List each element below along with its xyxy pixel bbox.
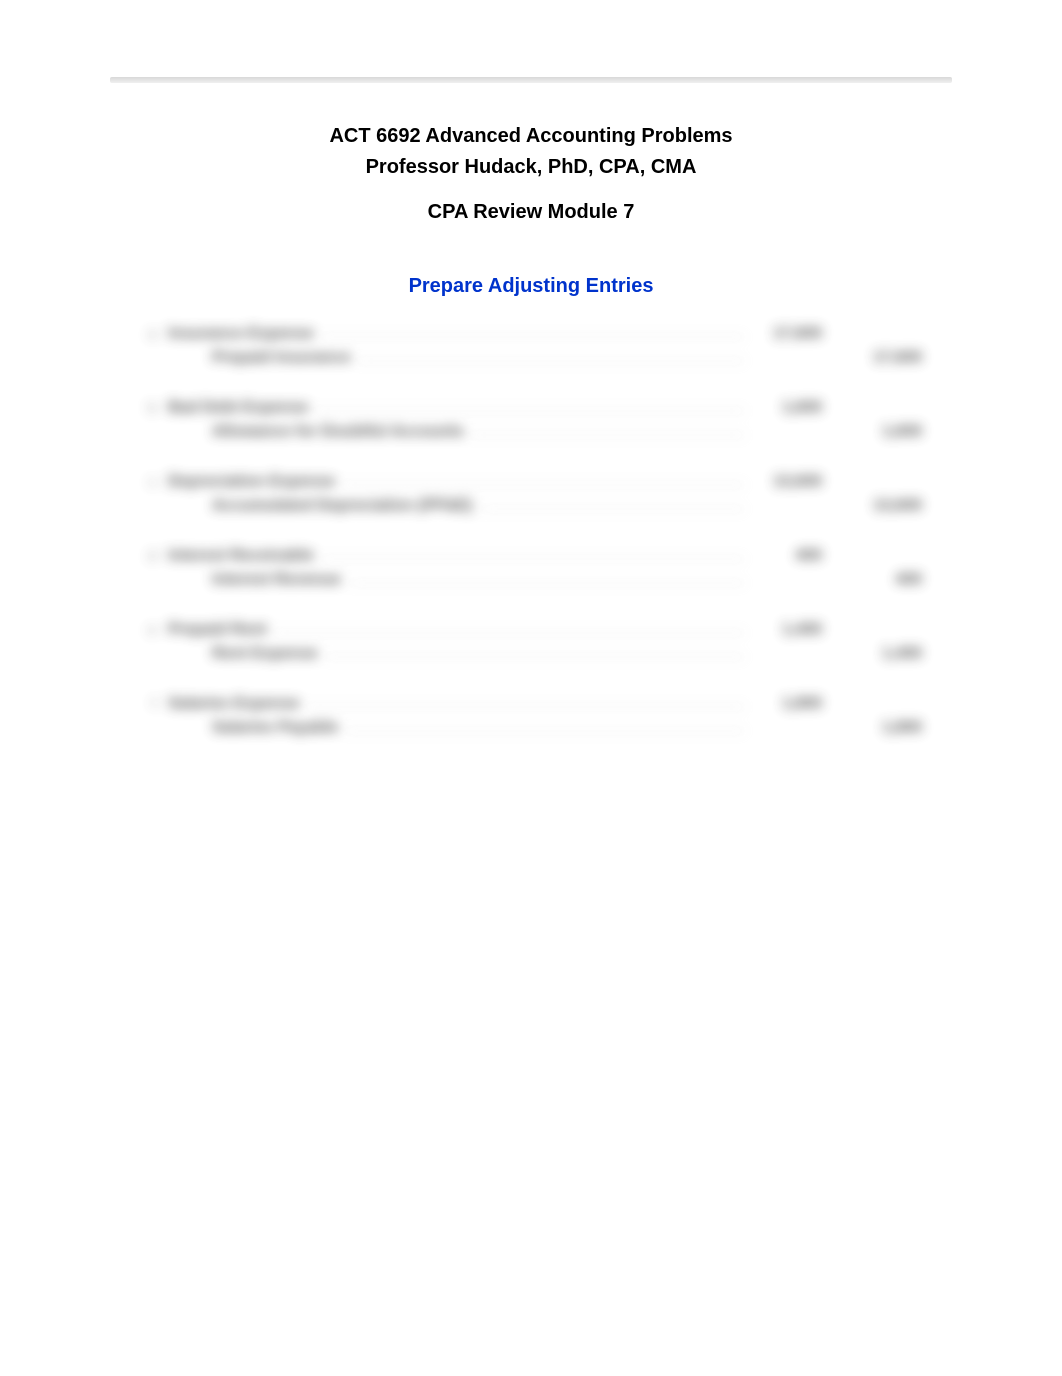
credit-amount-placeholder: 0 <box>852 695 922 713</box>
debit-account: Interest Receivable <box>168 547 314 565</box>
professor-name: Professor Hudack, PhD, CPA, CMA <box>0 156 1062 179</box>
credit-amount: 400 <box>852 571 922 589</box>
debit-row: d Interest Receivable 400 0 <box>140 547 922 569</box>
horizontal-divider <box>110 77 952 83</box>
journal-entry: b Bad Debt Expense 1,600 0 Allowance for… <box>140 399 922 445</box>
debit-amount: 400 <box>752 547 822 565</box>
entry-label: b <box>140 400 156 415</box>
debit-amount-placeholder: 0 <box>752 423 822 441</box>
leader-dots <box>308 706 744 708</box>
journal-entry: a Insurance Expense 17,600 0 Prepaid Ins… <box>140 325 922 371</box>
leader-dots <box>481 508 745 510</box>
debit-row: a Insurance Expense 17,600 0 <box>140 325 922 347</box>
credit-amount-placeholder: 0 <box>852 399 922 417</box>
leader-dots <box>346 730 744 732</box>
credit-account: Interest Revenue <box>212 571 341 589</box>
credit-account: Prepaid Insurance <box>212 349 351 367</box>
debit-account: Salaries Expense <box>168 695 300 713</box>
debit-account: Insurance Expense <box>168 325 314 343</box>
debit-amount: 13,600 <box>752 473 822 491</box>
credit-amount-placeholder: 0 <box>852 473 922 491</box>
journal-entry: c Depreciation Expense 13,600 0 Accumula… <box>140 473 922 519</box>
credit-amount-placeholder: 0 <box>852 547 922 565</box>
document-header: ACT 6692 Advanced Accounting Problems Pr… <box>0 125 1062 224</box>
debit-amount: 1,800 <box>752 695 822 713</box>
credit-amount: 13,600 <box>852 497 922 515</box>
credit-row: Interest Revenue 0 400 <box>140 571 922 593</box>
adjusting-entries-list: a Insurance Expense 17,600 0 Prepaid Ins… <box>140 325 922 769</box>
debit-amount-placeholder: 0 <box>752 497 822 515</box>
journal-entry: f Salaries Expense 1,800 0 Salaries Paya… <box>140 695 922 741</box>
credit-amount-placeholder: 0 <box>852 325 922 343</box>
section-heading: Prepare Adjusting Entries <box>0 275 1062 298</box>
debit-account: Depreciation Expense <box>168 473 335 491</box>
debit-amount-placeholder: 0 <box>752 719 822 737</box>
entry-label: a <box>140 326 156 341</box>
credit-row: Allowance for Doubtful Accounts 0 1,600 <box>140 423 922 445</box>
credit-row: Prepaid Insurance 0 17,600 <box>140 349 922 371</box>
debit-account: Prepaid Rent <box>168 621 267 639</box>
entry-label: c <box>140 474 156 489</box>
journal-entry: e Prepaid Rent 1,400 0 Rent Expense 0 1,… <box>140 621 922 667</box>
credit-amount: 17,600 <box>852 349 922 367</box>
debit-amount: 1,400 <box>752 621 822 639</box>
debit-row: f Salaries Expense 1,800 0 <box>140 695 922 717</box>
credit-row: Rent Expense 0 1,400 <box>140 645 922 667</box>
credit-amount-placeholder: 0 <box>852 621 922 639</box>
entry-label: e <box>140 622 156 637</box>
debit-amount: 17,600 <box>752 325 822 343</box>
credit-account: Accumulated Depreciation (PP&E) <box>212 497 473 515</box>
leader-dots <box>343 484 744 486</box>
course-title: ACT 6692 Advanced Accounting Problems <box>0 125 1062 148</box>
debit-row: e Prepaid Rent 1,400 0 <box>140 621 922 643</box>
leader-dots <box>472 434 744 436</box>
credit-row: Accumulated Depreciation (PP&E) 0 13,600 <box>140 497 922 519</box>
entry-label: f <box>140 696 156 711</box>
debit-row: b Bad Debt Expense 1,600 0 <box>140 399 922 421</box>
leader-dots <box>359 360 744 362</box>
debit-amount-placeholder: 0 <box>752 349 822 367</box>
debit-amount: 1,600 <box>752 399 822 417</box>
credit-amount: 1,400 <box>852 645 922 663</box>
debit-amount-placeholder: 0 <box>752 645 822 663</box>
credit-row: Salaries Payable 0 1,800 <box>140 719 922 741</box>
credit-account: Rent Expense <box>212 645 318 663</box>
leader-dots <box>322 336 744 338</box>
credit-account: Allowance for Doubtful Accounts <box>212 423 464 441</box>
credit-amount: 1,600 <box>852 423 922 441</box>
credit-amount: 1,800 <box>852 719 922 737</box>
journal-entry: d Interest Receivable 400 0 Interest Rev… <box>140 547 922 593</box>
debit-amount-placeholder: 0 <box>752 571 822 589</box>
credit-account: Salaries Payable <box>212 719 338 737</box>
leader-dots <box>316 410 744 412</box>
leader-dots <box>326 656 744 658</box>
debit-account: Bad Debt Expense <box>168 399 308 417</box>
leader-dots <box>349 582 744 584</box>
module-title: CPA Review Module 7 <box>0 201 1062 224</box>
entry-label: d <box>140 548 156 563</box>
leader-dots <box>322 558 744 560</box>
leader-dots <box>275 632 744 634</box>
debit-row: c Depreciation Expense 13,600 0 <box>140 473 922 495</box>
